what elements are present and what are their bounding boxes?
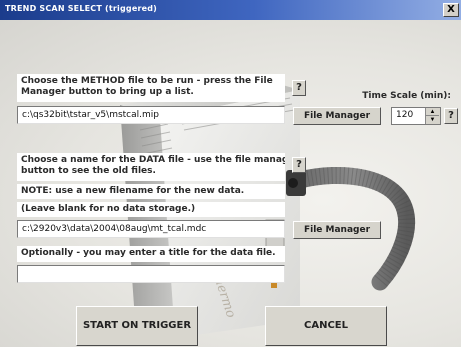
title-instructions: Optionally - you may enter a title for t…	[17, 246, 285, 262]
title-bar[interactable]: TREND SCAN SELECT (triggered) X	[0, 0, 461, 20]
time-scale-label: Time Scale (min):	[362, 91, 451, 101]
time-scale-value[interactable]: 120	[396, 110, 413, 120]
data-title-input[interactable]	[17, 265, 285, 283]
time-scale-spinner[interactable]: 120 ▲ ▼	[391, 107, 441, 125]
data-file-instructions-line-1: Choose a name for the DATA file - use th…	[21, 155, 285, 165]
data-file-manager-button[interactable]: File Manager	[293, 221, 381, 239]
data-file-note: NOTE: use a new filename for the new dat…	[17, 184, 285, 199]
data-file-input[interactable]: c:\2920v3\data\2004\08aug\mt_tcal.mdc	[17, 220, 285, 238]
start-on-trigger-button[interactable]: START ON TRIGGER	[76, 306, 198, 346]
method-instructions: Choose the METHOD file to be run - press…	[17, 74, 285, 102]
data-file-instructions: Choose a name for the DATA file - use th…	[17, 153, 285, 181]
method-instructions-line-1: Choose the METHOD file to be run - press…	[21, 76, 273, 86]
spin-down-arrow-icon[interactable]: ▼	[426, 116, 439, 124]
close-button[interactable]: X	[443, 3, 459, 17]
window-title: TREND SCAN SELECT (triggered)	[5, 4, 158, 13]
method-file-manager-button[interactable]: File Manager	[293, 107, 381, 125]
cancel-button[interactable]: CANCEL	[265, 306, 387, 346]
data-file-help-button[interactable]: ?	[292, 157, 306, 173]
method-instructions-line-2: Manager button to bring up a list.	[21, 87, 194, 97]
trend-scan-select-window: TREND SCAN SELECT (triggered) X Thermo C…	[0, 0, 461, 347]
time-scale-help-button[interactable]: ?	[444, 108, 458, 124]
dialog-client-area: Thermo Choose the METHOD file to be run …	[0, 20, 461, 347]
spinner-arrows[interactable]: ▲ ▼	[425, 108, 440, 124]
data-file-instructions-line-2: button to see the old files.	[21, 166, 156, 176]
method-help-button[interactable]: ?	[292, 80, 306, 96]
method-file-input[interactable]: c:\qs32bit\tstar_v5\mstcal.mip	[17, 106, 285, 124]
data-file-leave-blank-hint: (Leave blank for no data storage.)	[17, 202, 285, 217]
spin-up-arrow-icon[interactable]: ▲	[426, 108, 439, 116]
